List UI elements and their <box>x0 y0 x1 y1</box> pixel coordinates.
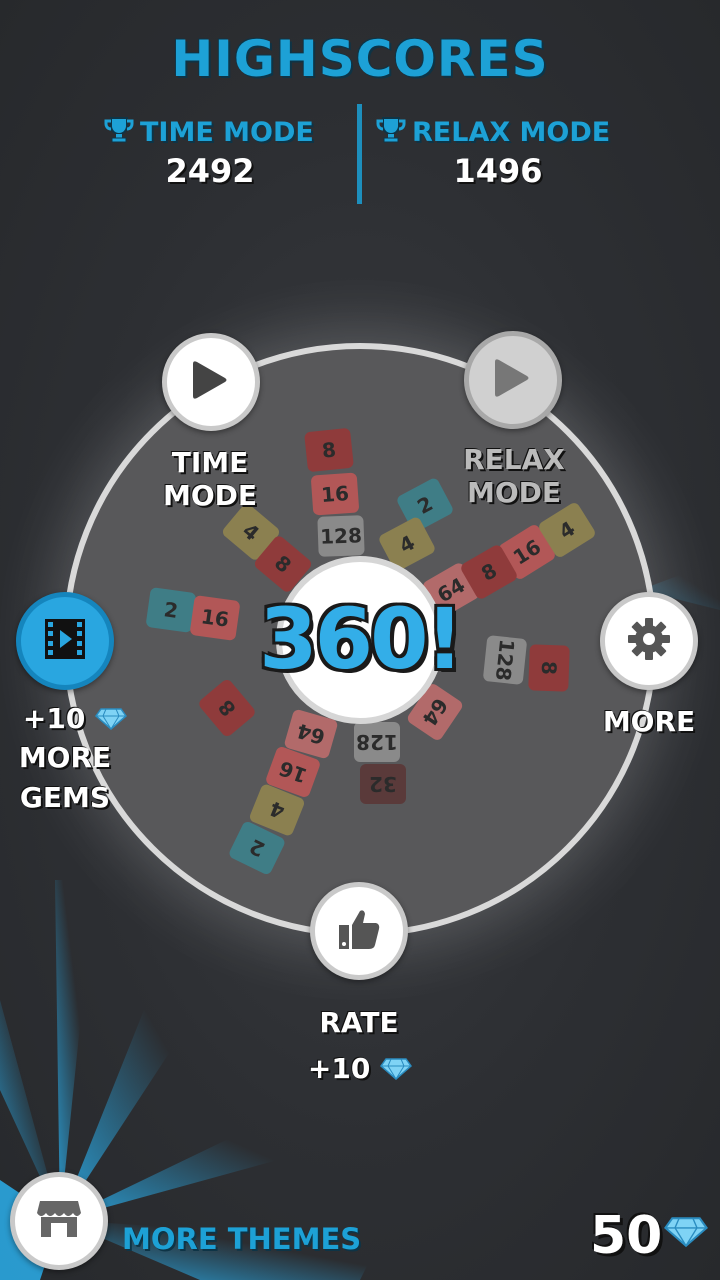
trophy-icon <box>376 116 406 151</box>
play-icon <box>191 358 231 406</box>
gem-balance: 50 <box>590 1206 662 1266</box>
gem-icon <box>95 704 128 737</box>
relax-mode-label[interactable]: RELAX MODE <box>414 443 614 509</box>
more-gems-bonus-value: +10 <box>22 702 86 735</box>
relax-mode-score-value: 1496 <box>453 152 543 190</box>
number-tile: 16 <box>189 594 241 642</box>
gem-icon <box>380 1054 413 1087</box>
relax-mode-score-header: RELAX MODE <box>376 116 610 151</box>
more-gems-label-line2[interactable]: GEMS <box>0 781 130 814</box>
themes-store-button[interactable] <box>10 1172 108 1270</box>
game-logo: 360! <box>259 590 464 688</box>
more-themes-link[interactable]: MORE THEMES <box>122 1222 361 1256</box>
number-tile: 128 <box>482 635 528 685</box>
gem-icon <box>663 1216 709 1252</box>
score-divider <box>357 104 362 204</box>
more-gems-label-line1[interactable]: MORE <box>0 741 130 774</box>
rate-label[interactable]: RATE <box>300 1006 418 1039</box>
rate-button[interactable] <box>310 882 408 980</box>
trophy-icon <box>104 116 134 151</box>
time-mode-play-button[interactable] <box>162 333 260 431</box>
number-tile: 128 <box>354 722 400 762</box>
watch-video-button[interactable] <box>16 592 114 690</box>
film-play-icon <box>41 617 89 665</box>
number-tile: 32 <box>360 764 406 804</box>
number-tile: 8 <box>528 644 570 692</box>
thumbs-up-icon <box>336 907 382 955</box>
play-icon <box>493 356 533 404</box>
rate-bonus-value: +10 <box>307 1052 371 1085</box>
more-label[interactable]: MORE <box>590 705 708 738</box>
store-icon <box>36 1199 82 1243</box>
gear-icon <box>625 615 673 667</box>
rate-bonus: +10 <box>300 1052 420 1087</box>
more-gems-bonus: +10 <box>20 702 130 737</box>
time-mode-score-header: TIME MODE <box>104 116 314 151</box>
number-tile: 2 <box>145 586 197 634</box>
time-mode-label[interactable]: TIME MODE <box>120 446 300 512</box>
game-menu-screen: HIGHSCORES TIME MODE 2492 RELAX MODE 149… <box>0 0 720 1280</box>
number-tile: 128 <box>317 515 365 557</box>
time-mode-score-label: TIME MODE <box>140 117 314 148</box>
time-mode-score-value: 2492 <box>165 152 255 190</box>
relax-mode-play-button[interactable] <box>464 331 562 429</box>
more-button[interactable] <box>600 592 698 690</box>
number-tile: 16 <box>310 472 360 516</box>
page-title: HIGHSCORES <box>171 30 549 88</box>
relax-mode-score-label: RELAX MODE <box>412 117 611 148</box>
number-tile: 8 <box>304 427 354 473</box>
gem-balance-value: 50 <box>590 1206 663 1266</box>
